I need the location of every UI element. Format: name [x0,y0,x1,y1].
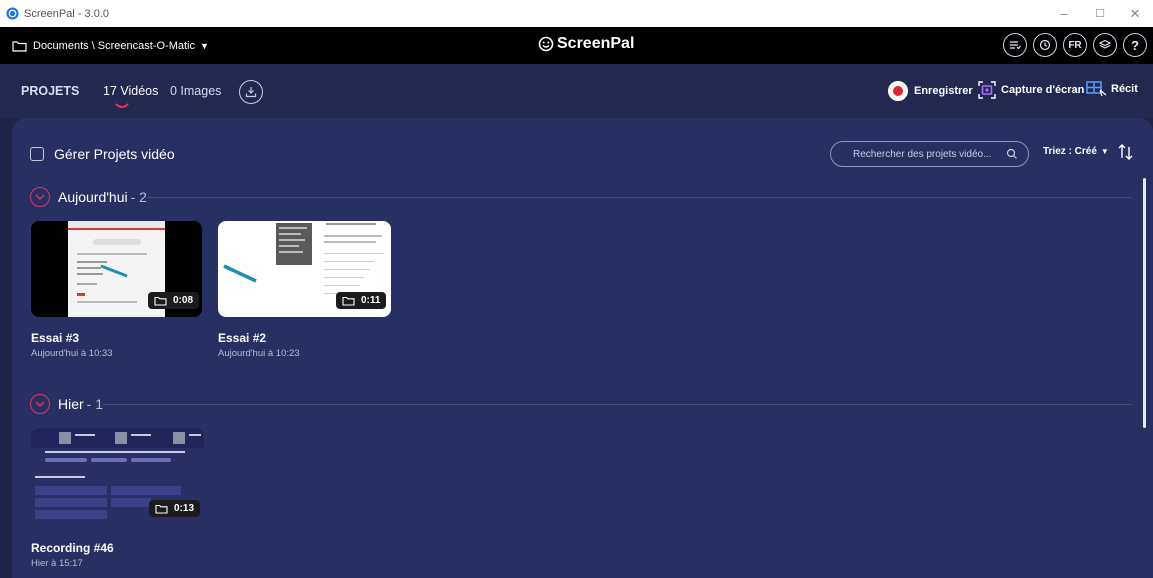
caret-down-icon: ▼ [1100,147,1109,156]
window-titlebar: ScreenPal - 3.0.0 – ☐ ✕ [0,0,1153,27]
history-icon [1039,39,1051,51]
chevron-down-icon [35,194,45,200]
window-title: ScreenPal - 3.0.0 [24,7,109,20]
manage-label: Gérer Projets vidéo [54,146,175,162]
video-date: Aujourd'hui à 10:33 [31,348,113,359]
section-divider [103,404,1131,405]
help-button[interactable]: ? [1123,33,1147,57]
search-icon [1006,148,1017,159]
manage-checkbox[interactable] [30,147,44,161]
screenshot-icon [978,81,996,99]
maximize-button[interactable]: ☐ [1082,0,1118,27]
record-label: Enregistrer [914,85,973,97]
screenpal-logo: ScreenPal [538,35,634,53]
top-icon-group: FR ? [1003,33,1147,57]
search-placeholder: Rechercher des projets vidéo... [853,148,992,160]
collapse-section-button[interactable] [30,394,50,414]
sort-direction-icon[interactable] [1116,142,1136,162]
queue-button[interactable] [1003,33,1027,57]
tab-projets[interactable]: PROJETS [21,84,79,98]
screenpal-app-icon [6,7,19,20]
navigation-bar: PROJETS 17 Vidéos 0 Images Enregistrer C… [0,64,1153,118]
folder-icon [155,504,168,514]
duration-badge: 0:13 [149,500,201,517]
video-title[interactable]: Essai #3 [31,331,79,345]
layers-button[interactable] [1093,33,1117,57]
section-label: Hier [58,396,84,412]
screenshot-label: Capture d'écran [1001,84,1085,96]
story-label: Récit [1111,83,1138,95]
record-button[interactable]: Enregistrer [888,81,973,101]
record-icon [888,81,908,101]
video-date: Hier à 15:17 [31,558,83,569]
caret-down-icon: ▼ [200,40,209,51]
folder-icon [12,40,27,52]
section-label: Aujourd'hui [58,189,128,205]
tab-videos[interactable]: 17 Vidéos [103,84,158,98]
duration-badge: 0:08 [148,292,200,309]
sort-dropdown[interactable]: Triez : Créé ▼ [1043,146,1109,157]
top-bar: Documents \ Screencast-O-Matic ▼ ScreenP… [0,27,1153,64]
story-button[interactable]: Récit [1086,81,1138,97]
scrollbar[interactable] [1143,178,1146,428]
folder-path-label: Documents \ Screencast-O-Matic [33,39,195,52]
section-header-today: Aujourd'hui - 2 [30,187,147,207]
queue-icon [1010,41,1021,50]
minimize-button[interactable]: – [1046,0,1082,27]
logo-smile-icon [538,36,554,52]
search-input[interactable]: Rechercher des projets vidéo... [830,141,1029,167]
section-count: - 1 [86,396,104,412]
section-divider [147,197,1131,198]
active-tab-indicator [115,103,129,108]
duration-value: 0:13 [174,503,195,514]
video-title[interactable]: Recording #46 [31,541,114,555]
story-icon [1086,81,1107,97]
history-button[interactable] [1033,33,1057,57]
manage-projects-toggle[interactable]: Gérer Projets vidéo [30,146,175,162]
tab-images[interactable]: 0 Images [170,84,221,98]
duration-value: 0:11 [361,295,381,306]
section-header-yesterday: Hier - 1 [30,394,103,414]
section-count: - 2 [130,189,147,205]
import-icon [245,87,257,98]
import-button[interactable] [239,80,263,104]
close-button[interactable]: ✕ [1117,0,1153,27]
folder-path-selector[interactable]: Documents \ Screencast-O-Matic ▼ [12,40,209,52]
duration-value: 0:08 [173,295,194,306]
sort-label: Triez : Créé [1043,146,1097,157]
folder-icon [342,296,355,306]
video-title[interactable]: Essai #2 [218,331,266,345]
duration-badge: 0:11 [336,292,387,309]
language-button[interactable]: FR [1063,33,1087,57]
video-date: Aujourd'hui à 10:23 [218,348,300,359]
folder-icon [154,296,167,306]
collapse-section-button[interactable] [30,187,50,207]
screenshot-button[interactable]: Capture d'écran [978,81,1084,99]
layers-icon [1099,39,1111,49]
chevron-down-icon [35,401,45,407]
logo-text: ScreenPal [557,35,635,52]
